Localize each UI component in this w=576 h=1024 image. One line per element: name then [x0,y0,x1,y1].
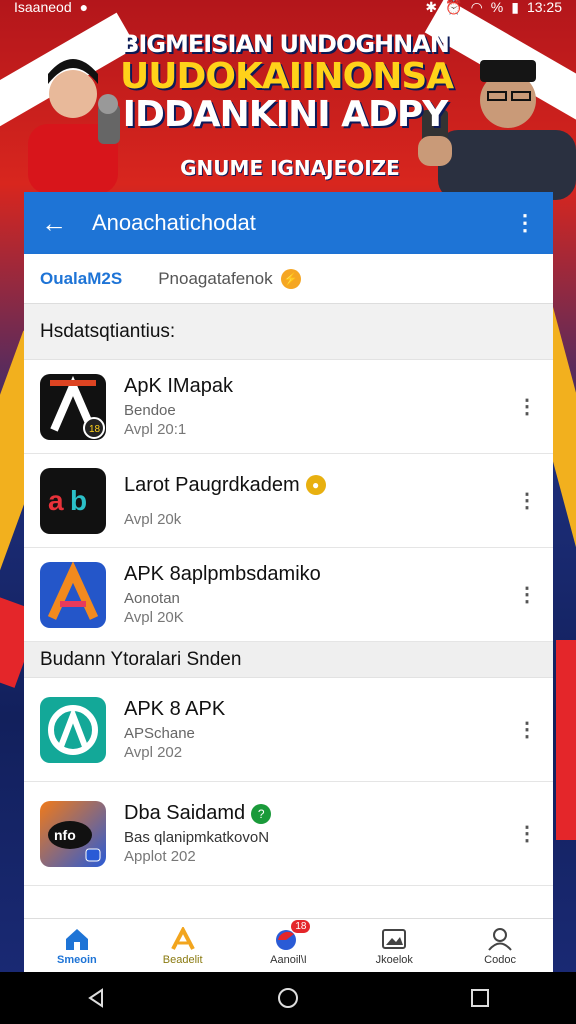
apk-a-icon: 18 [40,373,106,440]
list-item[interactable]: APK 8 APK APSchane Avpl 202 ⋮ [24,678,553,782]
promo-banner: BIGMEISIAN UNDOGHNAN UUDOKAIINONSA IDDAN… [0,14,576,200]
list-item[interactable]: APK 8aplpmbsdamiko Aonotan Avpl 20K ⋮ [24,548,553,642]
wifi-icon: ◠ [470,0,483,15]
more-vert-icon[interactable]: ⋮ [513,210,537,236]
list-item[interactable]: nfo Dba Saidamd ? Bas qlanipmkatkovoN Ap… [24,782,553,886]
nav-item-apk[interactable]: Beadelit [138,926,228,966]
more-vert-icon[interactable]: ⋮ [517,488,537,513]
home-circle-icon[interactable] [268,978,308,1018]
item-title: APK 8 APK [124,698,226,720]
tab-secondary[interactable]: Pnoagatafenok ⚡ [158,268,301,289]
lightning-badge-icon: ⚡ [280,268,301,289]
battery-percent: % [490,0,504,15]
more-vert-icon[interactable]: ⋮ [517,717,537,742]
back-triangle-icon[interactable] [76,978,116,1018]
item-subtitle: Aonotan [124,590,180,607]
app-bar: ← Anoachatichodat ⋮ [24,192,553,254]
item-title: Larot Paugrdkadem [124,473,300,496]
gallery-icon [380,926,408,952]
tab-primary-label: OualaM2S [40,268,123,288]
status-bar: Isaaneod ● ✱ ⏰ ◠ % ▮ 13:25 [0,0,576,15]
item-subtitle: Bendoe [124,402,176,419]
tab-secondary-label: Pnoagatafenok [158,268,273,288]
system-navigation-bar [0,972,576,1024]
person-left-illustration [28,59,120,194]
ab-icon: a b [40,467,106,534]
item-meta: Avpl 202 [124,744,183,761]
more-vert-icon[interactable]: ⋮ [517,394,537,419]
help-badge-icon: ? [251,803,272,824]
arrow-left-icon[interactable]: ← [40,208,68,238]
bottom-navigation: Smeoin Beadelit 18 Aanoil\I Jkoelok Codo… [24,918,553,972]
nav-item-notifications[interactable]: 18 Aanoil\I [243,919,333,966]
svg-text:nfo: nfo [54,827,76,843]
apk-a-gradient-icon [40,561,106,628]
tab-primary[interactable]: OualaM2S [40,269,122,289]
section-header-1: Hsdatsqtiantius: [24,304,553,360]
item-subtitle: APSchane [124,725,195,742]
battery-icon: ▮ [511,0,519,15]
notification-icon: 18 [274,919,311,952]
home-icon [63,926,91,952]
recents-square-icon[interactable] [460,978,500,1018]
more-vert-icon[interactable]: ⋮ [517,582,537,607]
item-title: APK 8aplpmbsdamiko [124,563,321,585]
teal-a-icon [40,696,106,763]
item-meta: Avpl 20K [124,609,184,626]
item-title: ApK IMapak [124,375,233,397]
more-vert-icon[interactable]: ⋮ [517,821,537,846]
banner-line-1: BIGMEISIAN UNDOGHNAN [121,30,450,58]
banner-line-3: IDDANKINI ADPY [122,94,449,135]
apk-logo-icon [169,926,197,952]
item-title: Dba Saidamd [124,802,246,824]
coin-badge-icon: ● [305,475,326,495]
item-meta: Applot 202 [124,848,196,865]
item-subtitle: Bas qlanipmkatkovoN [124,829,270,846]
nfo-icon: nfo [40,800,106,867]
alarm-icon: ⏰ [445,0,463,15]
status-left-text: Isaaneod [14,0,72,15]
tab-bar: OualaM2S Pnoagatafenok ⚡ [24,254,553,304]
svg-text:18: 18 [89,424,101,435]
notification-dot-icon: ● [79,0,89,15]
svg-text:b: b [70,485,87,516]
item-meta: Avpl 20k [124,510,182,528]
banner-line-2: UUDOKAIINONSA [120,56,454,97]
nav-label: Aanoil\I [270,953,307,966]
app-bar-title: Anoachatichodat [92,210,256,235]
profile-icon [486,926,514,952]
nav-item-gallery[interactable]: Jkoelok [349,926,439,966]
app-card: ← Anoachatichodat ⋮ OualaM2S Pnoagatafen… [24,192,553,972]
item-meta: Avpl 20:1 [124,421,187,438]
nav-label: Jkoelok [375,953,413,966]
status-time: 13:25 [526,0,562,15]
bluetooth-icon: ✱ [425,0,438,15]
nav-item-home[interactable]: Smeoin [32,926,122,966]
notification-count-badge: 18 [291,919,311,933]
nav-item-profile[interactable]: Codoc [455,926,545,966]
list-item[interactable]: 18 ApK IMapak Bendoe Avpl 20:1 ⋮ [24,360,553,454]
list-item[interactable]: a b Larot Paugrdkadem ● Avpl 20k ⋮ [24,454,553,548]
banner-line-4: GNUME IGNAJEOIZE [180,156,400,180]
nav-label: Smeoin [57,953,97,966]
nav-label: Codoc [484,953,516,966]
svg-text:a: a [48,485,64,516]
nav-label: Beadelit [162,953,203,966]
section-header-2: Budann Ytoralari Snden [24,642,553,678]
